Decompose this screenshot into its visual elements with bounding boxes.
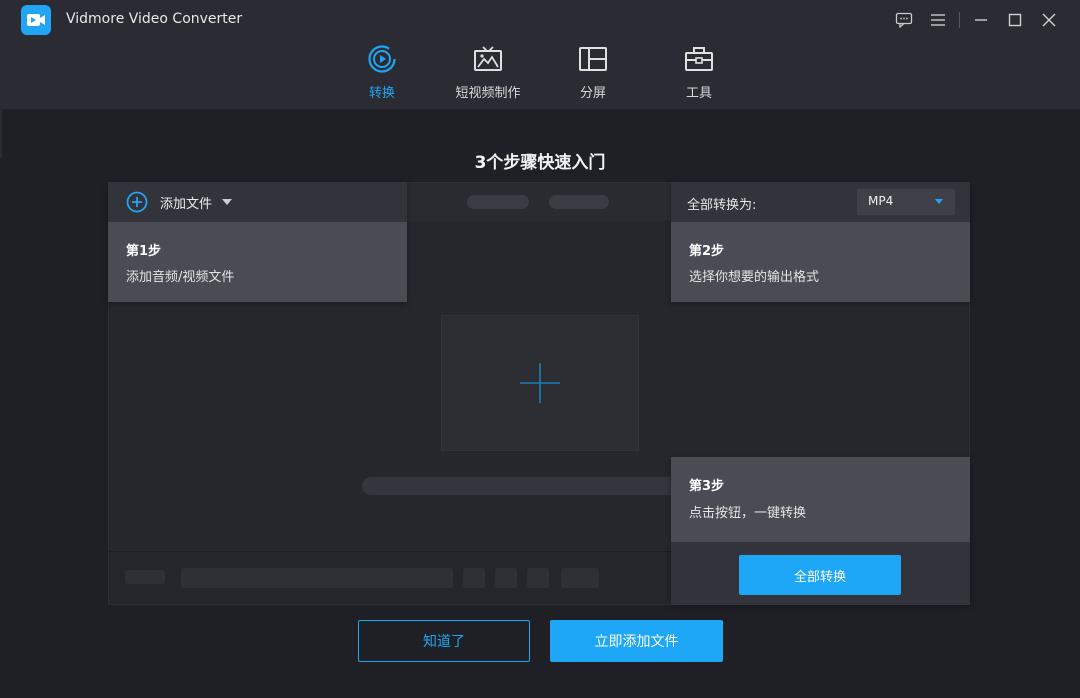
tab-split-screen[interactable]: 分屏 (548, 44, 638, 106)
feedback-icon[interactable] (887, 8, 921, 32)
add-files-now-button[interactable]: 立即添加文件 (550, 620, 723, 662)
app-title: Vidmore Video Converter (66, 11, 243, 27)
progress-track (362, 477, 682, 495)
tv-icon (474, 46, 502, 71)
step1-desc: 添加音频/视频文件 (126, 270, 235, 285)
title-bar: Vidmore Video Converter 转换 短视频制作 分屏 工具 (0, 0, 1080, 110)
step3-desc: 点击按钮，一键转换 (689, 506, 807, 521)
window-controls (887, 8, 1066, 32)
menu-icon[interactable] (921, 8, 955, 32)
output-format-select[interactable]: MP4 (857, 189, 955, 215)
ghost-settings-icon (561, 568, 599, 588)
step2-card-head: 全部转换为: MP4 (671, 182, 970, 222)
chevron-down-icon[interactable] (222, 199, 233, 205)
drop-zone (441, 315, 639, 451)
convert-icon (368, 45, 396, 73)
tab-short-video-label: 短视频制作 (455, 86, 521, 101)
close-icon[interactable] (1032, 8, 1066, 32)
split-screen-icon (579, 47, 607, 71)
plus-icon (520, 363, 560, 403)
tab-split-screen-label: 分屏 (579, 86, 606, 101)
got-it-button[interactable]: 知道了 (358, 620, 530, 662)
main-nav: 转换 短视频制作 分屏 工具 (0, 44, 1080, 106)
ghost-select (181, 568, 453, 588)
ghost-gpu-icon (527, 568, 549, 588)
status-pill (467, 195, 529, 209)
tab-convert[interactable]: 转换 (337, 44, 427, 106)
format-value: MP4 (868, 194, 894, 208)
tab-convert-label: 转换 (368, 86, 395, 101)
step2-desc: 选择你想要的输出格式 (689, 270, 820, 285)
minimize-icon[interactable] (964, 8, 998, 32)
convert-to-label: 全部转换为: (687, 198, 757, 213)
add-files-label: 添加文件 (160, 196, 213, 212)
add-files-button[interactable]: 添加文件 (108, 182, 406, 222)
status-pill (549, 195, 609, 209)
convert-all-button[interactable]: 全部转换 (739, 555, 901, 595)
step3-card: 第3步 点击按钮，一键转换 全部转换 (671, 457, 970, 605)
step1-card: 添加文件 第1步 添加音频/视频文件 (108, 182, 407, 302)
ghost-label (125, 570, 165, 584)
separator (959, 12, 960, 28)
tab-toolbox[interactable]: 工具 (654, 44, 744, 106)
maximize-icon[interactable] (998, 8, 1032, 32)
tab-short-video[interactable]: 短视频制作 (443, 44, 533, 106)
toolbox-icon (685, 47, 713, 71)
step1-card-head: 添加文件 (108, 182, 407, 222)
add-circle-icon (126, 191, 148, 213)
step1-title: 第1步 (126, 244, 162, 259)
step3-title: 第3步 (689, 479, 725, 494)
step2-card: 全部转换为: MP4 第2步 选择你想要的输出格式 (671, 182, 970, 302)
app-logo-icon (21, 5, 51, 35)
step2-title: 第2步 (689, 244, 725, 259)
ghost-cut-icon (495, 568, 517, 588)
guide-headline: 3个步骤快速入门 (474, 153, 606, 173)
dropdown-arrow-icon (935, 199, 943, 204)
ghost-folder-icon (463, 568, 485, 588)
tab-toolbox-label: 工具 (685, 86, 712, 101)
